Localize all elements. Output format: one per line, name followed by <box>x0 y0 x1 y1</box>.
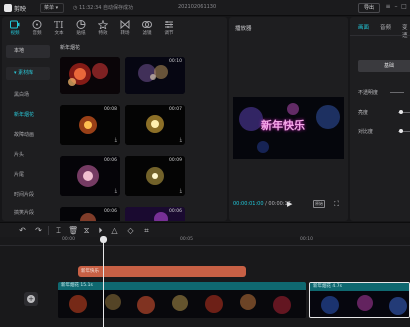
sidebar-item-outro[interactable]: 片尾 <box>6 169 50 182</box>
maximize-icon[interactable]: □ <box>401 4 407 10</box>
player-panel: 播放器 新年快乐 00:00:01:00 / 00:00:17 ▶ 原始 ⛶ <box>229 17 348 221</box>
add-icon: + <box>27 295 35 303</box>
delete-icon[interactable]: 🗑 <box>68 226 78 235</box>
audio-icon <box>32 20 42 29</box>
menu-icon[interactable]: ≡ <box>385 4 391 10</box>
media-thumbnail[interactable]: 00:06 <box>125 207 185 221</box>
media-thumbnail[interactable]: 00:06 ⤓ <box>60 156 120 196</box>
media-thumbnail[interactable]: 00:08 ⤓ <box>60 105 120 145</box>
transition-icon <box>120 20 130 29</box>
basic-section-button[interactable]: 基础 <box>358 60 410 72</box>
adjust-icon <box>165 21 173 28</box>
playhead-handle[interactable] <box>100 236 107 243</box>
media-thumbnail[interactable]: 00:06 <box>60 207 120 221</box>
opacity-label: 不透明度 <box>358 90 379 96</box>
tab-filter[interactable]: 滤镜 <box>136 19 158 39</box>
download-icon[interactable]: ⤓ <box>115 137 117 143</box>
undo-icon[interactable]: ↶ <box>18 226 27 235</box>
timeline-toolbar: ↶ ↷ ⌶ 🗑 ⧖ ⏵ △ ◇ ⌗ <box>0 222 410 237</box>
brightness-knob[interactable] <box>399 110 403 114</box>
redo-icon[interactable]: ↷ <box>34 226 43 235</box>
properties-panel: 画面 音频 变速 基础 不透明度 亮度 对比度 <box>350 17 410 221</box>
play-icon[interactable]: ▶ <box>287 200 292 208</box>
tab-speed[interactable]: 变速 <box>402 23 410 39</box>
tab-audio-props[interactable]: 音频 <box>380 23 391 31</box>
contrast-label: 对比度 <box>358 129 374 135</box>
timecode: 00:00:01:00 / 00:00:17 <box>233 201 291 207</box>
tab-sticker[interactable]: 贴纸 <box>70 19 92 39</box>
opacity-slider[interactable] <box>390 92 404 93</box>
text-icon: TI <box>54 21 64 29</box>
export-button[interactable]: 导出 <box>358 3 380 13</box>
tab-adjust[interactable]: 调节 <box>158 19 180 39</box>
autosave-status: ◷ 11:32:34 自动保存成功 <box>73 5 133 11</box>
video-clip[interactable]: 新年烟花 15.1s <box>58 282 306 318</box>
sidebar-item-library[interactable]: ▾ 素材库 <box>6 67 50 80</box>
video-clip[interactable]: 新年烟花 4.7s <box>309 282 410 318</box>
download-icon[interactable]: ⤓ <box>115 188 117 194</box>
media-thumbnail[interactable] <box>60 57 120 94</box>
clip-filmstrip <box>58 290 306 318</box>
play-circle-icon[interactable]: ⏵ <box>96 226 105 235</box>
media-panel: 视频 音频 TI 文本 贴纸 特效 转场 滤镜 调节 本地 ▾ 素材库 黑白场 … <box>2 17 227 221</box>
section-title: 新年烟花 <box>60 45 81 51</box>
mirror-icon[interactable]: △ <box>110 226 119 235</box>
time-tick: 00:05 <box>180 237 193 242</box>
add-media-button[interactable]: + <box>24 292 38 306</box>
sidebar-item-time[interactable]: 时间片段 <box>6 189 50 202</box>
tab-transition[interactable]: 转场 <box>114 19 136 39</box>
tab-effects[interactable]: 特效 <box>92 19 114 39</box>
project-name: 20210206113​0 <box>178 4 217 10</box>
video-icon <box>10 20 20 29</box>
download-icon[interactable]: ⤓ <box>180 188 182 194</box>
media-thumbnail[interactable]: 00:10 <box>125 57 185 94</box>
timeline[interactable]: 00:00 00:05 00:10 新年快乐 + 新年烟花 15.1s 新年烟花… <box>0 237 410 327</box>
overlay-text: 新年快乐 <box>261 119 305 132</box>
aspect-ratio-button[interactable]: 原始 <box>313 200 325 208</box>
playhead[interactable] <box>100 236 107 327</box>
sidebar-item-funny[interactable]: 搞笑片段 <box>6 207 50 220</box>
brightness-label: 亮度 <box>358 110 369 116</box>
tab-audio[interactable]: 音频 <box>26 19 48 39</box>
time-tick: 00:10 <box>300 237 313 242</box>
app-logo-icon <box>4 4 12 12</box>
tab-text[interactable]: TI 文本 <box>48 19 70 39</box>
sidebar-item-local[interactable]: 本地 <box>6 45 50 58</box>
divider <box>350 35 410 36</box>
contrast-knob[interactable] <box>399 129 403 133</box>
rotate-icon[interactable]: ◇ <box>126 226 135 235</box>
app-name: 剪映 <box>14 6 27 13</box>
clip-header: 新年烟花 4.7s <box>310 283 409 291</box>
clip-header: 新年烟花 15.1s <box>58 282 306 290</box>
title-bar: 剪映 菜单 ▾ ◷ 11:32:34 自动保存成功 20210206113​0 … <box>0 0 410 16</box>
media-thumbnail[interactable]: 00:09 ⤓ <box>125 156 185 196</box>
split-icon[interactable]: ⌶ <box>54 226 63 235</box>
fullscreen-icon[interactable]: ⛶ <box>334 200 339 209</box>
ruler-line <box>0 245 410 246</box>
player-title: 播放器 <box>235 26 252 32</box>
tab-picture[interactable]: 画面 <box>358 23 369 31</box>
fireworks-image <box>60 57 120 94</box>
sidebar-item-intro[interactable]: 片头 <box>6 149 50 162</box>
sidebar-item-blackwhite[interactable]: 黑白场 <box>6 89 50 102</box>
crop-icon[interactable]: ⌗ <box>142 226 151 235</box>
divider <box>48 226 49 235</box>
time-tick: 00:00 <box>62 237 75 242</box>
effects-icon <box>98 20 108 29</box>
menu-dropdown[interactable]: 菜单 ▾ <box>40 3 64 13</box>
minimize-icon[interactable]: – <box>393 4 399 10</box>
download-icon[interactable]: ⤓ <box>180 137 182 143</box>
preview-screen[interactable]: 新年快乐 <box>233 97 344 159</box>
freeze-icon[interactable]: ⧖ <box>82 226 91 235</box>
sticker-icon <box>76 20 86 29</box>
filter-icon <box>142 21 152 28</box>
media-thumbnail[interactable]: 00:07 ⤓ <box>125 105 185 145</box>
tab-video[interactable]: 视频 <box>4 19 26 39</box>
sidebar-item-fireworks[interactable]: 新年烟花 <box>6 109 50 122</box>
svg-text:TI: TI <box>54 21 64 29</box>
clip-filmstrip <box>310 291 409 317</box>
sidebar-item-glitch[interactable]: 故障动画 <box>6 129 50 142</box>
